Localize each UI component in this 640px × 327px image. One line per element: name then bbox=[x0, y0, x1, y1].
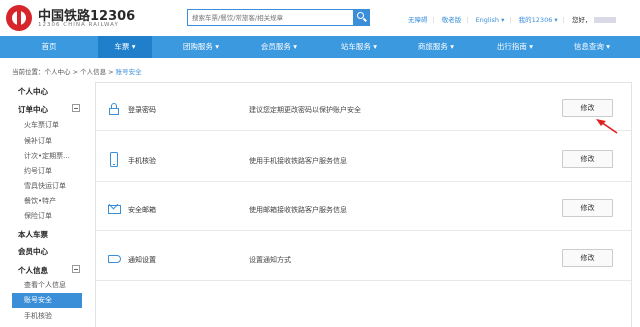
top-links: 无障碍 | 敬老版 | English ▾ | 我的12306 ▾ | 您好， bbox=[408, 14, 617, 24]
header: 中国铁路12306 12306 CHINA RAILWAY 无障碍| 敬老版| … bbox=[0, 0, 640, 36]
breadcrumb: 当前位置：个人中心 > 个人信息 > 账号安全 bbox=[12, 66, 142, 76]
my-12306-dropdown[interactable]: 我的12306 ▾ bbox=[519, 14, 558, 24]
collapse-icon[interactable] bbox=[72, 265, 80, 273]
setting-row-email: 安全邮箱 使用邮箱接收铁路客户服务信息 修改 bbox=[96, 185, 631, 231]
sidebar-personal-center[interactable]: 个人中心 bbox=[18, 86, 48, 97]
railway-logo-icon[interactable] bbox=[6, 5, 32, 31]
setting-title: 手机核验 bbox=[128, 157, 156, 165]
sidebar-order-center[interactable]: 订单中心 bbox=[18, 104, 48, 115]
setting-title: 安全邮箱 bbox=[128, 206, 156, 214]
setting-row-phone: 手机核验 使用手机接收铁路客户服务信息 修改 bbox=[96, 136, 631, 182]
sidebar-item-multi-ride[interactable]: 计次•定期票... bbox=[24, 151, 70, 161]
setting-title: 通知设置 bbox=[128, 256, 156, 264]
greeting-text: 您好， bbox=[571, 16, 592, 24]
setting-row-notification: 通知设置 设置通知方式 修改 bbox=[96, 235, 631, 281]
sidebar-item-reservation[interactable]: 约号订单 bbox=[24, 166, 52, 176]
sidebar-item-train-orders[interactable]: 火车票订单 bbox=[24, 120, 59, 130]
lock-icon bbox=[108, 103, 120, 115]
phone-icon bbox=[108, 152, 120, 167]
mail-icon bbox=[108, 199, 121, 215]
setting-description: 建议您定期更改密码以保护账户安全 bbox=[249, 106, 361, 114]
sidebar-member-center[interactable]: 会员中心 bbox=[18, 246, 48, 257]
sidebar-item-ski-express[interactable]: 雪具快运订单 bbox=[24, 181, 66, 191]
breadcrumb-current: 账号安全 bbox=[115, 68, 142, 76]
megaphone-icon bbox=[108, 253, 121, 265]
nav-home[interactable]: 首页 bbox=[0, 36, 98, 58]
sidebar-item-view-info[interactable]: 查看个人信息 bbox=[24, 280, 66, 290]
username-redacted[interactable] bbox=[594, 17, 617, 23]
setting-row-password: 登录密码 建议您定期更改密码以保护账户安全 修改 bbox=[96, 85, 631, 131]
modify-notification-button[interactable]: 修改 bbox=[562, 249, 613, 267]
breadcrumb-path[interactable]: 当前位置：个人中心 > 个人信息 > bbox=[12, 68, 116, 76]
account-security-panel: 登录密码 建议您定期更改密码以保护账户安全 修改 手机核验 使用手机接收铁路客户… bbox=[95, 82, 632, 327]
search-input[interactable] bbox=[192, 10, 352, 25]
setting-description: 设置通知方式 bbox=[249, 256, 291, 264]
sidebar-item-waitlist-orders[interactable]: 候补订单 bbox=[24, 136, 52, 146]
nav-travel-guide[interactable]: 出行指南 ▾ bbox=[480, 36, 550, 58]
nav-business-service[interactable]: 商旅服务 ▾ bbox=[401, 36, 471, 58]
modify-password-button[interactable]: 修改 bbox=[562, 99, 613, 117]
language-dropdown[interactable]: English ▾ bbox=[476, 16, 505, 24]
collapse-icon[interactable] bbox=[72, 104, 80, 112]
nav-group-service[interactable]: 团购服务 ▾ bbox=[166, 36, 236, 58]
sidebar-item-phone-verify[interactable]: 手机核验 bbox=[24, 311, 52, 321]
accessibility-link[interactable]: 无障碍 bbox=[408, 14, 428, 24]
modify-email-button[interactable]: 修改 bbox=[562, 199, 613, 217]
setting-description: 使用邮箱接收铁路客户服务信息 bbox=[249, 206, 347, 214]
nav-tickets[interactable]: 车票 ▾ bbox=[98, 36, 152, 58]
nav-member-service[interactable]: 会员服务 ▾ bbox=[244, 36, 314, 58]
sidebar-item-insurance[interactable]: 保险订单 bbox=[24, 211, 52, 221]
nav-station-service[interactable]: 站车服务 ▾ bbox=[324, 36, 394, 58]
main-nav: 首页 车票 ▾ 团购服务 ▾ 会员服务 ▾ 站车服务 ▾ 商旅服务 ▾ 出行指南… bbox=[0, 36, 640, 58]
elderly-mode-link[interactable]: 敬老版 bbox=[442, 14, 462, 24]
sidebar-item-account-security[interactable]: 账号安全 bbox=[12, 293, 82, 308]
sidebar-my-tickets[interactable]: 本人车票 bbox=[18, 229, 48, 240]
sidebar-personal-info[interactable]: 个人信息 bbox=[18, 265, 48, 276]
setting-title: 登录密码 bbox=[128, 106, 156, 114]
search-box bbox=[187, 9, 370, 26]
search-button[interactable] bbox=[353, 9, 370, 26]
brand-subtitle: 12306 CHINA RAILWAY bbox=[38, 22, 119, 28]
nav-info-query[interactable]: 信息查询 ▾ bbox=[557, 36, 627, 58]
setting-description: 使用手机接收铁路客户服务信息 bbox=[249, 157, 347, 165]
sidebar-item-catering[interactable]: 餐饮•特产 bbox=[24, 196, 56, 206]
modify-phone-button[interactable]: 修改 bbox=[562, 150, 613, 168]
